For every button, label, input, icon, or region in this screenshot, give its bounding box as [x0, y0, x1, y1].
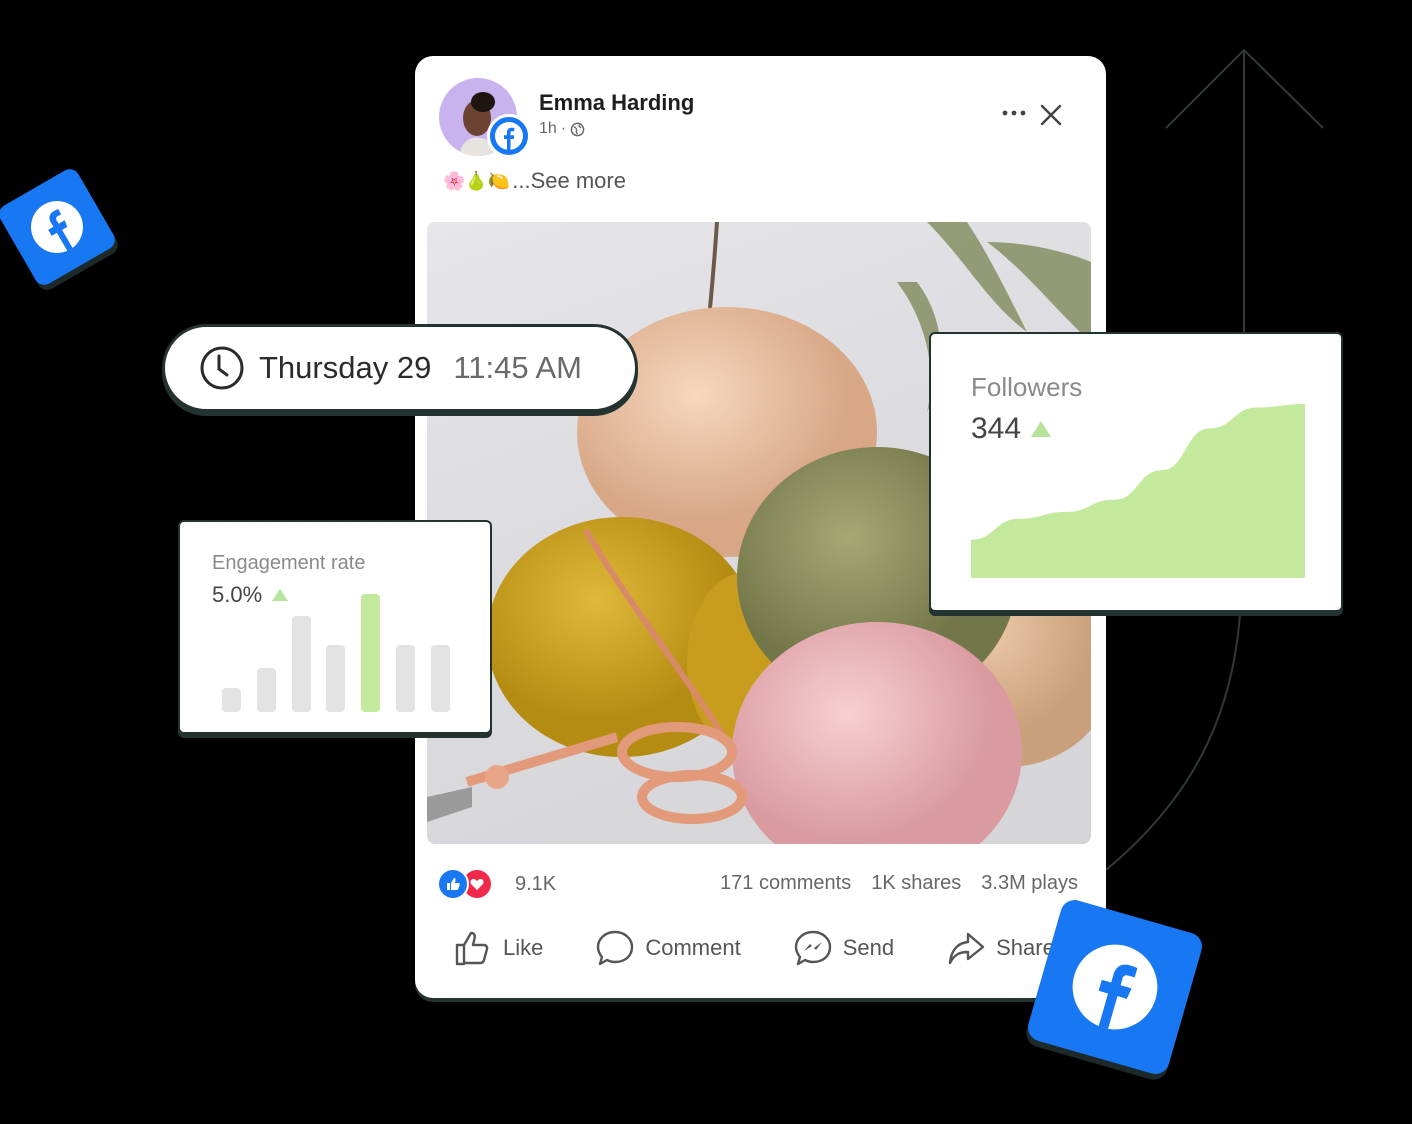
followers-label: Followers	[971, 372, 1083, 402]
close-icon	[1040, 104, 1062, 126]
post-meta: 1h ·	[539, 120, 585, 138]
comment-icon	[597, 930, 634, 966]
engagement-stats: 171 comments 1K shares 3.3M plays	[720, 872, 1078, 895]
send-button[interactable]: Send	[793, 928, 894, 968]
clock-icon	[200, 346, 244, 390]
comments-count[interactable]: 171 comments	[720, 872, 851, 895]
share-button[interactable]: Share	[946, 928, 1055, 968]
author-name[interactable]: Emma Harding	[539, 90, 694, 116]
thumbs-up-icon	[455, 931, 489, 966]
facebook-icon	[1072, 944, 1158, 1030]
post-stats: 9.1K 171 comments 1K shares 3.3M plays	[437, 864, 1078, 904]
facebook-badge-icon	[487, 114, 531, 158]
facebook-icon	[31, 201, 83, 253]
engagement-rate-card: Engagement rate 5.0%	[178, 520, 492, 734]
comment-label: Comment	[645, 935, 741, 960]
engagement-bar	[396, 645, 415, 712]
engagement-bar-chart	[222, 592, 462, 712]
share-icon	[948, 932, 985, 965]
meta-separator: ·	[560, 120, 567, 137]
plays-count: 3.3M plays	[981, 872, 1078, 894]
engagement-bar	[361, 594, 381, 712]
like-label: Like	[503, 935, 544, 960]
facebook-logo-tile-small	[0, 165, 119, 289]
followers-area-fill	[971, 404, 1305, 578]
post-action-bar: Like Comment Send Share	[453, 926, 1106, 970]
reaction-count[interactable]: 9.1K	[515, 873, 556, 896]
engagement-bar	[326, 645, 346, 712]
engagement-bar	[222, 688, 241, 712]
see-more-link[interactable]: ...See more	[512, 168, 626, 194]
engagement-bar	[430, 645, 450, 712]
post-caption: 🌸🍐🍋 ...See more	[443, 168, 626, 194]
comment-button[interactable]: Comment	[595, 928, 741, 968]
post-header: Emma Harding 1h ·	[439, 78, 1082, 158]
send-label: Send	[842, 935, 895, 960]
engagement-bar	[256, 668, 276, 712]
engagement-label: Engagement rate	[212, 552, 366, 574]
reactions-summary[interactable]: 9.1K	[437, 868, 556, 900]
followers-card: Followers 344	[929, 332, 1343, 612]
globe-icon	[570, 122, 585, 136]
like-button[interactable]: Like	[453, 928, 543, 968]
scheduled-time-pill[interactable]: Thursday 29 11:45 AM	[162, 324, 638, 412]
shares-count[interactable]: 1K shares	[871, 872, 961, 895]
scheduled-time: 11:45 AM	[453, 350, 583, 385]
scheduled-day: Thursday 29	[259, 350, 432, 385]
messenger-icon	[794, 930, 831, 966]
more-horizontal-icon	[1002, 110, 1026, 116]
like-reaction-icon	[437, 868, 469, 900]
share-label: Share	[996, 935, 1055, 960]
followers-area-chart	[971, 404, 1305, 578]
caption-emojis: 🌸🍐🍋	[443, 170, 511, 191]
post-time[interactable]: 1h	[539, 120, 557, 138]
more-options-button[interactable]	[1002, 104, 1026, 116]
close-button[interactable]	[1038, 102, 1064, 128]
engagement-bar	[291, 616, 311, 712]
